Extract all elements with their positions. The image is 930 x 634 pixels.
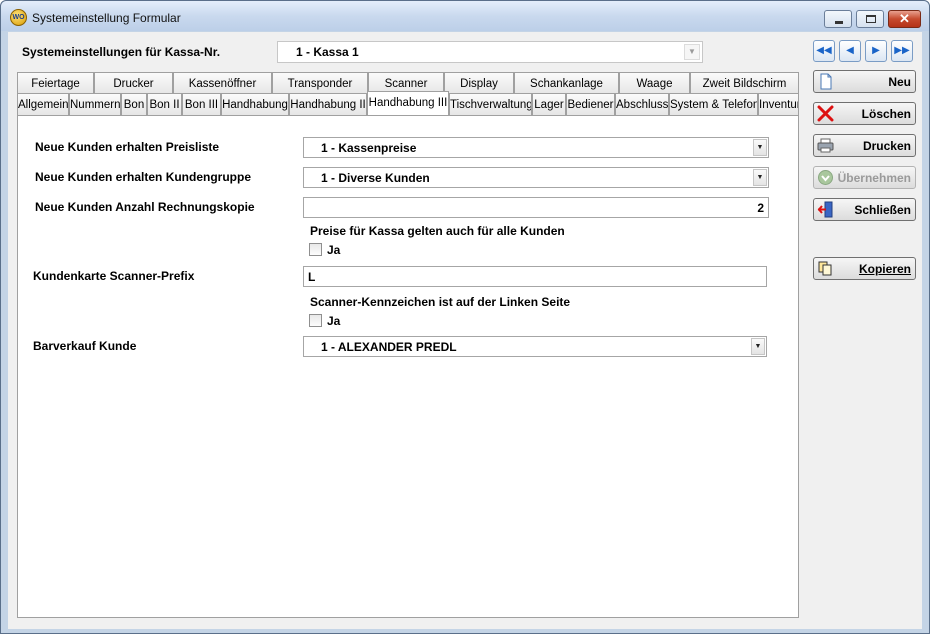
apply-down-icon xyxy=(818,170,833,185)
barverkauf-label: Barverkauf Kunde xyxy=(33,339,137,353)
tab-feiertage[interactable]: Feiertage xyxy=(17,72,94,94)
uebernehmen-button-label: Übernehmen xyxy=(837,171,911,185)
app-logo-icon: WO xyxy=(10,9,27,26)
tab-bon[interactable]: Bon xyxy=(121,93,147,115)
preise-kassa-checkbox-label: Ja xyxy=(327,243,341,257)
tab-display[interactable]: Display xyxy=(444,72,514,94)
client-area: Systemeinstellungen für Kassa-Nr. 1 - Ka… xyxy=(8,32,922,629)
next-record-button[interactable]: ▶ xyxy=(865,40,887,62)
new-document-icon xyxy=(820,73,832,90)
scanner-prefix-label: Kundenkarte Scanner-Prefix xyxy=(33,269,195,283)
preise-kassa-checkbox[interactable] xyxy=(309,243,322,256)
tab-panel-handhabung-iii: Neue Kunden erhalten Preisliste 1 - Kass… xyxy=(17,115,799,618)
arrow-right-icon: ▶ xyxy=(872,45,880,56)
tab-bediener[interactable]: Bediener xyxy=(566,93,615,115)
tab-bon-ii[interactable]: Bon II xyxy=(147,93,182,115)
uebernehmen-button[interactable]: Übernehmen xyxy=(813,166,916,189)
scanner-prefix-input[interactable]: L xyxy=(303,266,767,287)
app-window: WO Systemeinstellung Formular ✕ Systemei… xyxy=(0,0,930,634)
chevron-down-icon[interactable]: ▼ xyxy=(751,338,765,355)
neu-button[interactable]: Neu xyxy=(813,70,916,93)
kopieren-button[interactable]: Kopieren xyxy=(813,257,916,280)
scanner-links-checkbox[interactable] xyxy=(309,314,322,327)
printer-icon xyxy=(817,138,834,153)
last-record-button[interactable]: ▶▶ xyxy=(891,40,913,62)
kundengruppe-value: 1 - Diverse Kunden xyxy=(321,171,430,185)
tab-nummern[interactable]: Nummern xyxy=(69,93,121,115)
minimize-button[interactable] xyxy=(824,10,852,28)
tab-waage[interactable]: Waage xyxy=(619,72,690,94)
tab-transponder[interactable]: Transponder xyxy=(272,72,368,94)
arrow-left-icon: ◀ xyxy=(846,45,854,56)
maximize-icon xyxy=(866,15,876,23)
scanner-links-checkbox-label: Ja xyxy=(327,314,341,328)
double-arrow-right-icon: ▶▶ xyxy=(894,45,910,56)
loeschen-button[interactable]: Löschen xyxy=(813,102,916,125)
chevron-down-icon[interactable]: ▼ xyxy=(684,44,700,60)
scanner-links-label: Scanner-Kennzeichen ist auf der Linken S… xyxy=(310,295,571,309)
preisliste-select[interactable]: 1 - Kassenpreise ▼ xyxy=(303,137,769,158)
preisliste-value: 1 - Kassenpreise xyxy=(321,141,417,155)
tab-allgemein[interactable]: Allgemein xyxy=(17,93,69,115)
previous-record-button[interactable]: ◀ xyxy=(839,40,861,62)
kundengruppe-select[interactable]: 1 - Diverse Kunden ▼ xyxy=(303,167,769,188)
chevron-down-icon[interactable]: ▼ xyxy=(753,169,767,186)
tab-handhabung-iii[interactable]: Handhabung III xyxy=(367,91,449,115)
schliessen-button[interactable]: Schließen xyxy=(813,198,916,221)
tab-handhabung-ii[interactable]: Handhabung II xyxy=(289,93,367,115)
kassa-label: Systemeinstellungen für Kassa-Nr. xyxy=(22,45,221,59)
preise-kassa-label: Preise für Kassa gelten auch für alle Ku… xyxy=(310,224,565,238)
tab-abschluss[interactable]: Abschluss xyxy=(615,93,669,115)
drucken-button[interactable]: Drucken xyxy=(813,134,916,157)
chevron-down-icon[interactable]: ▼ xyxy=(753,139,767,156)
loeschen-button-label: Löschen xyxy=(861,107,911,121)
close-button[interactable]: ✕ xyxy=(888,10,921,28)
tab-bon-iii[interactable]: Bon III xyxy=(182,93,221,115)
drucken-button-label: Drucken xyxy=(862,139,911,153)
tab-system-telefon[interactable]: System & Telefon xyxy=(669,93,758,115)
title-bar[interactable]: WO Systemeinstellung Formular ✕ xyxy=(1,1,929,31)
tab-schankanlage[interactable]: Schankanlage xyxy=(514,72,619,94)
kopieren-button-label: Kopieren xyxy=(858,262,911,276)
tab-zweit-bildschirm[interactable]: Zweit Bildschirm xyxy=(690,72,799,94)
neu-button-label: Neu xyxy=(888,75,911,89)
first-record-button[interactable]: ◀◀ xyxy=(813,40,835,62)
close-icon: ✕ xyxy=(899,11,910,26)
delete-x-icon xyxy=(817,105,834,122)
copy-icon xyxy=(818,261,832,276)
tab-kassenoeffner[interactable]: Kassenöffner xyxy=(173,72,272,94)
exit-door-icon xyxy=(817,201,833,218)
minimize-icon xyxy=(835,21,843,24)
barverkauf-value: 1 - ALEXANDER PREDL xyxy=(321,340,457,354)
rechnungskopie-input[interactable]: 2 xyxy=(303,197,769,218)
kassa-select[interactable]: 1 - Kassa 1 ▼ xyxy=(277,41,703,63)
barverkauf-select[interactable]: 1 - ALEXANDER PREDL ▼ xyxy=(303,336,767,357)
kundengruppe-label: Neue Kunden erhalten Kundengruppe xyxy=(35,170,252,184)
tab-handhabung[interactable]: Handhabung xyxy=(221,93,289,115)
tab-tischverwaltung[interactable]: Tischverwaltung xyxy=(449,93,532,115)
maximize-button[interactable] xyxy=(856,10,884,28)
window-title: Systemeinstellung Formular xyxy=(32,11,181,25)
double-arrow-left-icon: ◀◀ xyxy=(816,45,832,56)
schliessen-button-label: Schließen xyxy=(854,203,911,217)
rechnungskopie-label: Neue Kunden Anzahl Rechnungskopie xyxy=(35,200,255,214)
kassa-select-value: 1 - Kassa 1 xyxy=(296,45,359,59)
preisliste-label: Neue Kunden erhalten Preisliste xyxy=(35,140,220,154)
tab-inventur[interactable]: Inventur xyxy=(758,93,799,115)
tab-lager[interactable]: Lager xyxy=(532,93,566,115)
tab-drucker[interactable]: Drucker xyxy=(94,72,173,94)
